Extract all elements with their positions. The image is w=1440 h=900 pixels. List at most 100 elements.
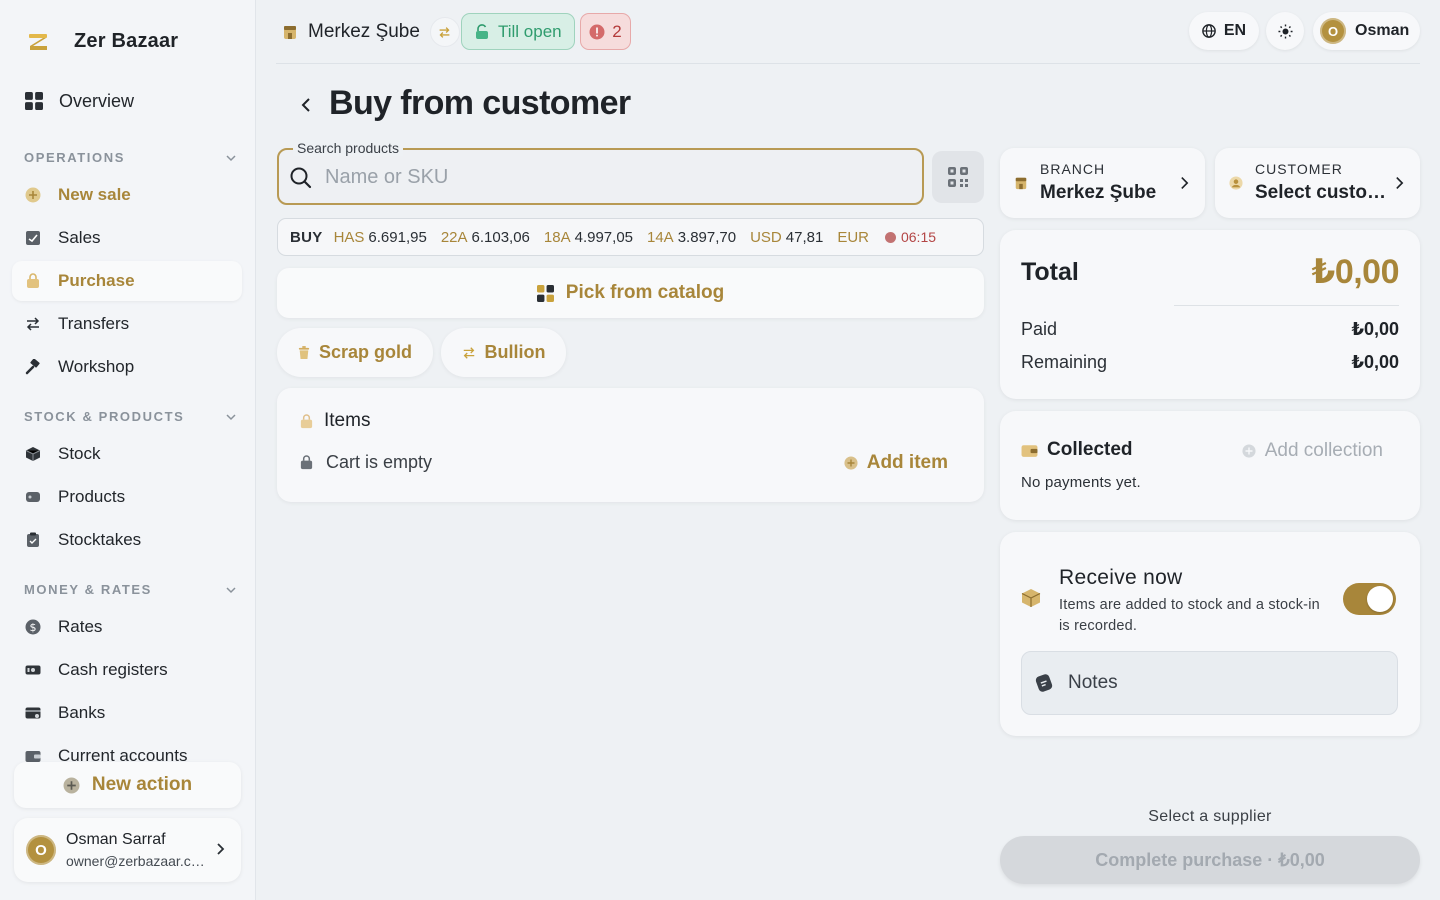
scrap-gold-button[interactable]: Scrap gold xyxy=(277,328,433,377)
complete-purchase-button[interactable]: Complete purchase · ₺0,00 xyxy=(1000,836,1420,884)
chevron-down-icon xyxy=(226,413,236,420)
svg-text:$: $ xyxy=(30,621,37,634)
scan-button[interactable] xyxy=(932,151,984,203)
user-circle-icon xyxy=(1229,176,1243,190)
sidebar-item-workshop[interactable]: Workshop xyxy=(12,347,242,387)
store-icon xyxy=(284,26,296,39)
sidebar-item-label: Transfers xyxy=(58,314,130,333)
sidebar-item-transfers[interactable]: Transfers xyxy=(12,304,242,344)
zer-logo-icon xyxy=(29,33,47,50)
sidebar-item-label: Purchase xyxy=(58,271,135,290)
swap-icon xyxy=(463,346,474,359)
cube-icon xyxy=(25,447,41,461)
sidebar-item-banks[interactable]: Banks xyxy=(12,693,242,733)
rate-item: EUR xyxy=(837,228,869,246)
switch-branch-button[interactable] xyxy=(429,17,460,47)
globe-icon xyxy=(1202,24,1216,38)
qr-scan-icon xyxy=(948,167,968,187)
receipt-icon xyxy=(26,231,40,245)
sidebar-item-label: Banks xyxy=(58,703,106,722)
pick-from-catalog-label: Pick from catalog xyxy=(565,282,725,303)
banknote-icon xyxy=(25,665,41,675)
chevron-right-icon xyxy=(1396,177,1404,189)
bag-icon xyxy=(300,413,313,428)
sidebar-item-label: Rates xyxy=(58,617,103,636)
sidebar-item-rates[interactable]: $ Rates xyxy=(12,607,242,647)
sidebar-item-label: Overview xyxy=(59,90,135,111)
search-legend: Search products xyxy=(293,140,403,156)
grid-icon xyxy=(536,284,554,302)
back-button[interactable] xyxy=(296,93,316,117)
total-value: ₺0,00 xyxy=(1311,253,1400,291)
brand-name: Zer Bazaar xyxy=(74,30,179,52)
notes-button[interactable]: Notes xyxy=(1021,651,1398,715)
sidebar-item-overview[interactable]: Overview xyxy=(12,81,242,121)
add-collection-button[interactable]: Add collection xyxy=(1242,440,1383,462)
swap-icon xyxy=(439,26,450,38)
totals-card: Total ₺0,00 Paid ₺0,00 Remaining ₺0,00 xyxy=(1000,230,1420,399)
no-payments-message: No payments yet. xyxy=(1021,474,1141,491)
page-title: Buy from customer xyxy=(329,84,631,122)
language-switcher[interactable]: EN xyxy=(1189,12,1259,50)
sidebar-item-label: Sales xyxy=(58,228,101,247)
sidebar-item-stock[interactable]: Stock xyxy=(12,434,242,474)
items-title: Items xyxy=(299,410,370,432)
section-stock-header[interactable]: STOCK & PRODUCTS xyxy=(24,409,236,424)
grid-icon xyxy=(25,92,43,110)
collected-card: Collected Add collection No payments yet… xyxy=(1000,411,1420,520)
sidebar-item-cash-registers[interactable]: Cash registers xyxy=(12,650,242,690)
branch-name: Merkez Şube xyxy=(308,21,420,42)
add-collection-label: Add collection xyxy=(1264,440,1383,461)
rate-item: 22A 6.103,06 xyxy=(440,228,530,246)
scrap-gold-label: Scrap gold xyxy=(318,342,412,362)
sidebar-item-label: Stock xyxy=(58,444,101,463)
bag-icon xyxy=(300,455,313,470)
alert-circle-icon xyxy=(589,24,605,39)
till-status-badge[interactable]: Till open xyxy=(461,13,575,50)
cart-empty-message: Cart is empty xyxy=(299,452,432,473)
sidebar-item-new-sale[interactable]: New sale xyxy=(12,175,242,215)
paid-value: ₺0,00 xyxy=(1351,319,1399,339)
section-operations-header[interactable]: OPERATIONS xyxy=(24,150,236,165)
section-money-header[interactable]: MONEY & RATES xyxy=(24,582,236,597)
sidebar: Zer Bazaar Overview OPERATIONS New sale … xyxy=(0,0,256,900)
customer-selector[interactable]: CUSTOMER Select customer xyxy=(1215,148,1420,218)
toggle-knob xyxy=(1367,586,1393,612)
clipboard-icon xyxy=(27,532,39,547)
theme-toggle[interactable] xyxy=(1266,12,1304,50)
user-email: owner@zerbazaar.com xyxy=(66,853,206,869)
divider xyxy=(1174,305,1399,306)
pick-from-catalog-button[interactable]: Pick from catalog xyxy=(277,268,984,318)
wallet-icon xyxy=(1021,444,1038,457)
rates-bar[interactable]: BUY HAS 6.691,95 22A 6.103,06 18A 4.997,05 … xyxy=(277,218,984,256)
chevron-left-icon xyxy=(301,98,310,112)
alerts-badge[interactable]: 2 xyxy=(580,13,631,50)
user-menu[interactable]: O Osman Sarraf owner@zerbazaar.com xyxy=(14,818,241,882)
section-title: MONEY & RATES xyxy=(24,582,152,597)
sidebar-item-label: Products xyxy=(58,487,126,506)
branch-selector-label: BRANCH xyxy=(1040,161,1106,177)
receive-now-toggle[interactable] xyxy=(1343,583,1396,615)
new-action-button[interactable]: New action xyxy=(14,762,241,808)
plus-circle-icon xyxy=(25,187,41,203)
sidebar-item-products[interactable]: Products xyxy=(12,477,242,517)
store-icon xyxy=(1015,177,1027,190)
sidebar-item-stocktakes[interactable]: Stocktakes xyxy=(12,520,242,560)
sidebar-item-label: New sale xyxy=(58,185,131,204)
sidebar-item-purchase[interactable]: Purchase xyxy=(12,261,242,301)
search-input[interactable] xyxy=(325,160,905,194)
receive-now-title: Receive now xyxy=(1059,566,1183,589)
user-menu-top[interactable]: O Osman xyxy=(1313,12,1420,50)
branch-selector[interactable]: BRANCH Merkez Şube xyxy=(1000,148,1205,218)
bullion-button[interactable]: Bullion xyxy=(441,328,566,377)
rate-item: USD 47,81 xyxy=(750,228,824,246)
brand[interactable]: Zer Bazaar xyxy=(28,30,178,53)
add-item-button[interactable]: Add item xyxy=(844,452,948,474)
topbar-divider xyxy=(276,63,1420,64)
branch-switcher[interactable]: Merkez Şube xyxy=(282,14,460,50)
hammer-icon xyxy=(25,359,40,375)
receive-card: Receive now Items are added to stock and… xyxy=(1000,532,1420,736)
items-card: Items Cart is empty Add item xyxy=(277,388,984,502)
remaining-value: ₺0,00 xyxy=(1351,352,1399,372)
sidebar-item-sales[interactable]: Sales xyxy=(12,218,242,258)
